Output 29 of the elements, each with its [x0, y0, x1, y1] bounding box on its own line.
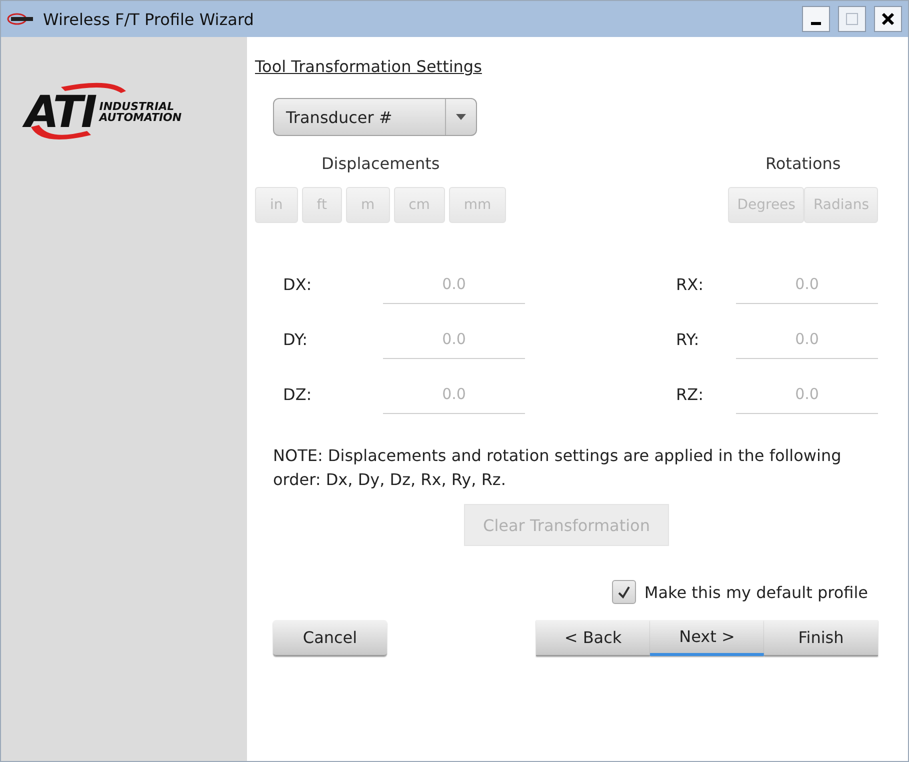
nav-button[interactable]: < Back: [536, 620, 650, 656]
window-title: Wireless F/T Profile Wizard: [43, 10, 255, 28]
app-icon: [7, 13, 35, 25]
nav-button[interactable]: Cancel: [273, 620, 387, 656]
close-button[interactable]: [874, 6, 902, 32]
maximize-icon: [846, 13, 858, 25]
field-label: DY:: [283, 330, 308, 351]
checkbox-label: Make this my default profile: [644, 582, 868, 602]
nav-button[interactable]: Next >: [650, 620, 764, 656]
maximize-button[interactable]: [838, 6, 866, 32]
field-label: DZ:: [283, 385, 313, 406]
group-label: Rotations: [765, 154, 841, 173]
field-label: DX:: [283, 275, 313, 296]
nav-button[interactable]: Finish: [764, 620, 878, 656]
field-label: RZ:: [676, 385, 704, 406]
logo-text: INDUSTRIAL: [99, 101, 174, 112]
caret-icon: [456, 114, 466, 120]
field-label: RY:: [676, 330, 700, 351]
group-label: Displacements: [321, 154, 440, 173]
section-heading: Tool Transformation Settings: [255, 57, 482, 76]
logo-text: AUTOMATION: [99, 112, 182, 123]
transducer-dropdown[interactable]: Transducer #: [273, 98, 477, 136]
minimize-icon: [811, 22, 821, 25]
note-text: NOTE: Displacements and rotation settings are applied in the following order: Dx, Dy, Dz, Rx, Ry, Rz.: [273, 445, 842, 491]
field-label: RX:: [676, 275, 704, 296]
checkbox[interactable]: [612, 580, 636, 604]
checkmark-icon: [617, 585, 632, 599]
minimize-button[interactable]: [802, 6, 830, 32]
close-icon: [881, 12, 895, 26]
